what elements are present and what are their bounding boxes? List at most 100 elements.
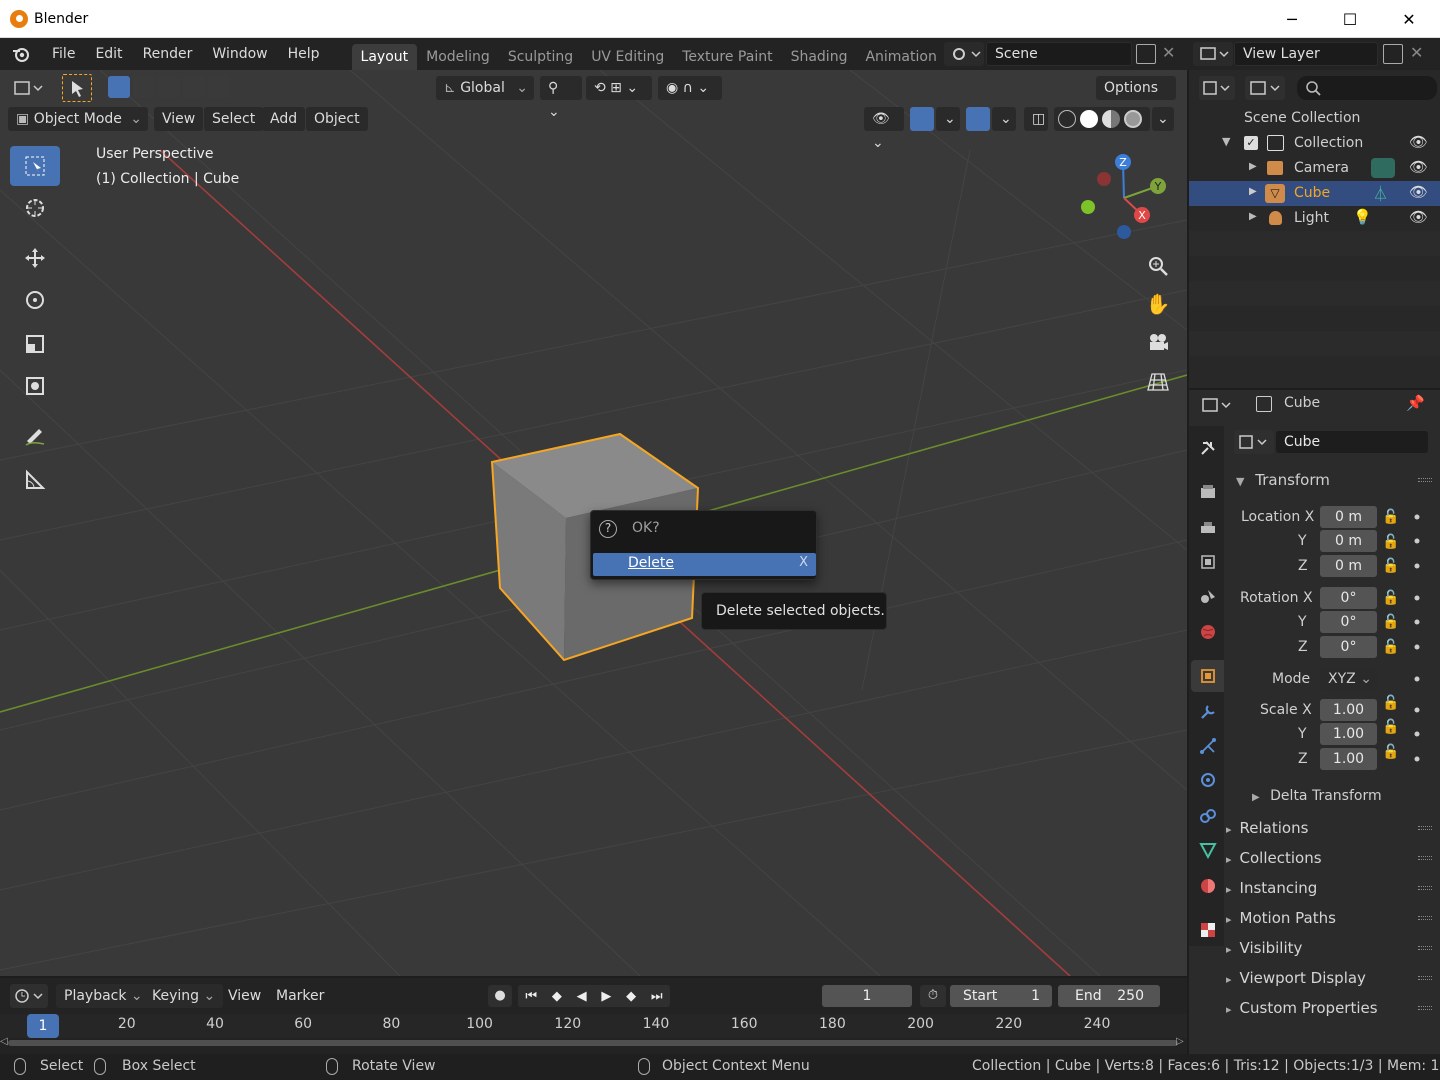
- display-mode-icon[interactable]: [1245, 76, 1285, 100]
- viewport-menu-object[interactable]: Object: [306, 107, 368, 131]
- close-window-button[interactable]: ✕: [1380, 0, 1438, 38]
- marker-menu[interactable]: Marker: [268, 984, 332, 1008]
- checkbox-icon[interactable]: ✓: [1244, 136, 1258, 150]
- perspective-toggle-icon[interactable]: [1142, 366, 1174, 398]
- drag-handle-icon[interactable]: [1418, 976, 1432, 980]
- outliner-row-light[interactable]: ▶ Light 💡 👁: [1189, 206, 1440, 231]
- constraints-tab-icon[interactable]: [1196, 804, 1220, 828]
- outliner-row-collection[interactable]: ▼ ✓ Collection 👁: [1189, 131, 1440, 156]
- view-layer-tab-icon[interactable]: [1196, 550, 1220, 574]
- modifier-tab-icon[interactable]: [1196, 700, 1220, 724]
- play-reverse-icon[interactable]: ◀: [577, 989, 587, 1004]
- tool-tab-icon[interactable]: [1196, 436, 1220, 460]
- outliner-row-cube[interactable]: ▶ ▽ Cube ⏃ 👁: [1189, 181, 1440, 206]
- panel-instancing[interactable]: Instancing: [1226, 874, 1436, 902]
- menu-help[interactable]: Help: [278, 38, 330, 70]
- gizmo-toggle-icon[interactable]: [910, 107, 934, 131]
- current-frame-field[interactable]: 1: [822, 985, 912, 1007]
- material-tab-icon[interactable]: [1196, 874, 1220, 898]
- camera-view-icon[interactable]: [1142, 326, 1174, 358]
- drag-handle-icon[interactable]: [1418, 916, 1432, 920]
- object-name-field[interactable]: Cube: [1276, 431, 1428, 453]
- keyframe-dots[interactable]: [1412, 505, 1422, 775]
- tool-move-icon[interactable]: [10, 238, 60, 278]
- scene-selector-icon[interactable]: [944, 42, 984, 66]
- eye-icon[interactable]: 👁: [1409, 133, 1428, 151]
- drag-handle-icon[interactable]: [1418, 886, 1432, 890]
- delta-transform-subpanel[interactable]: ▶ Delta Transform: [1252, 788, 1382, 804]
- panel-motion-paths[interactable]: Motion Paths: [1226, 904, 1436, 932]
- lock-icon[interactable]: 🔓: [1382, 554, 1402, 579]
- expand-arrow-icon[interactable]: ▼: [1222, 135, 1230, 148]
- transform-panel-header[interactable]: ▼ Transform: [1226, 466, 1436, 494]
- visibility-icon[interactable]: 👁⌄: [864, 107, 904, 151]
- mesh-data-icon[interactable]: ⏃: [1373, 183, 1388, 204]
- zoom-icon[interactable]: [1142, 250, 1174, 282]
- timeline-scrollbar[interactable]: [8, 1040, 1178, 1046]
- light-data-icon[interactable]: 💡: [1353, 208, 1372, 226]
- next-keyframe-icon[interactable]: ◆: [626, 989, 636, 1004]
- minimize-button[interactable]: ─: [1263, 0, 1321, 38]
- navigation-gizmo[interactable]: Z Y X: [1076, 150, 1176, 240]
- viewport-menu-view[interactable]: View: [154, 107, 204, 131]
- drag-handle-icon[interactable]: [1418, 826, 1432, 830]
- scroll-left-icon[interactable]: ◁: [0, 1036, 8, 1047]
- xray-toggle-icon[interactable]: ◫: [1024, 107, 1048, 131]
- drag-handle-icon[interactable]: [1418, 946, 1432, 950]
- tab-texture-paint[interactable]: Texture Paint: [673, 44, 781, 70]
- viewport-menu-select[interactable]: Select: [204, 107, 264, 131]
- lock-icon[interactable]: 🔓: [1382, 691, 1402, 716]
- tab-uv-editing[interactable]: UV Editing: [582, 44, 673, 70]
- timeline-view-menu[interactable]: View: [220, 984, 269, 1008]
- particles-tab-icon[interactable]: [1196, 734, 1220, 758]
- pin-icon[interactable]: 📌: [1406, 394, 1425, 412]
- maximize-button[interactable]: ☐: [1321, 0, 1379, 38]
- viewport-menu-add[interactable]: Add: [262, 107, 306, 131]
- new-scene-icon[interactable]: [1136, 44, 1156, 64]
- location-x-field[interactable]: 0 m: [1320, 506, 1377, 528]
- rotation-mode-dropdown[interactable]: XYZ ⌄: [1320, 668, 1377, 690]
- jump-end-icon[interactable]: ⏭: [651, 989, 663, 1004]
- blender-menu-icon[interactable]: [0, 45, 42, 63]
- object-mode-dropdown[interactable]: ▣ Object Mode ⌄: [8, 107, 148, 131]
- lock-icon[interactable]: 🔓: [1382, 586, 1402, 611]
- lock-icon[interactable]: 🔓: [1382, 505, 1402, 530]
- prev-keyframe-icon[interactable]: ◆: [552, 989, 562, 1004]
- lock-icon[interactable]: 🔓: [1382, 635, 1402, 660]
- 3d-viewport[interactable]: ⊾ Global ⌄ ⚲ ⌄ ⟲ ⊞ ⌄ ◉ ∩ ⌄ Options ⌄ ▣ O…: [0, 70, 1187, 976]
- editor-type-icon[interactable]: [12, 76, 48, 100]
- view-layer-selector-icon[interactable]: [1193, 42, 1233, 66]
- outliner-search-input[interactable]: [1297, 76, 1437, 100]
- expand-arrow-icon[interactable]: ▶: [1249, 161, 1257, 172]
- tool-measure-icon[interactable]: [10, 460, 60, 500]
- rotation-x-field[interactable]: 0°: [1320, 587, 1377, 609]
- expand-arrow-icon[interactable]: ▶: [1249, 186, 1257, 197]
- object-data-selector-icon[interactable]: [1234, 430, 1274, 454]
- lock-icon[interactable]: 🔓: [1382, 530, 1402, 555]
- solid-shading-icon[interactable]: [1080, 110, 1098, 128]
- eye-icon[interactable]: 👁: [1409, 183, 1428, 201]
- delete-scene-icon[interactable]: ✕: [1162, 43, 1175, 62]
- overlays-toggle-icon[interactable]: [966, 107, 990, 131]
- data-tab-icon[interactable]: [1196, 838, 1220, 862]
- select-invert-icon[interactable]: [183, 76, 205, 98]
- pan-hand-icon[interactable]: ✋: [1142, 288, 1174, 320]
- eye-icon[interactable]: 👁: [1409, 208, 1428, 226]
- select-new-icon[interactable]: [108, 76, 130, 98]
- tab-layout[interactable]: Layout: [351, 44, 418, 70]
- scroll-right-icon[interactable]: ▷: [1176, 1036, 1184, 1047]
- start-frame-field[interactable]: Start 1: [950, 985, 1052, 1007]
- playhead-frame-indicator[interactable]: 1: [27, 1014, 59, 1038]
- lock-icon[interactable]: 🔓: [1382, 715, 1402, 740]
- overlays-options-icon[interactable]: ⌄: [992, 107, 1016, 131]
- scale-x-field[interactable]: 1.00: [1320, 699, 1377, 721]
- menu-edit[interactable]: Edit: [85, 38, 132, 70]
- tab-sculpting[interactable]: Sculpting: [499, 44, 582, 70]
- pivot-point-icon[interactable]: ⚲ ⌄: [540, 76, 582, 120]
- scale-z-field[interactable]: 1.00: [1320, 748, 1377, 770]
- options-dropdown[interactable]: Options ⌄: [1096, 76, 1176, 120]
- properties-editor-type-icon[interactable]: [1200, 394, 1236, 416]
- rendered-shading-icon[interactable]: [1124, 110, 1142, 128]
- drag-handle-icon[interactable]: [1418, 478, 1432, 482]
- drag-handle-icon[interactable]: [1418, 856, 1432, 860]
